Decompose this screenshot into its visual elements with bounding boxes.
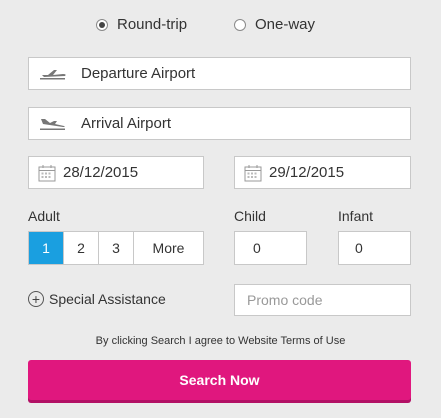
promo-code-placeholder: Promo code [247, 292, 323, 308]
radio-checked-icon [96, 18, 108, 31]
return-date-value: 29/12/2015 [269, 164, 345, 181]
child-label: Child [234, 208, 266, 224]
radio-unchecked-icon [234, 18, 246, 31]
departure-airport-input[interactable]: Departure Airport [28, 57, 411, 90]
special-assistance-toggle[interactable]: + Special Assistance [28, 291, 166, 307]
return-date-input[interactable]: 29/12/2015 [234, 156, 411, 189]
round-trip-label: Round-trip [117, 16, 188, 33]
adult-option-more[interactable]: More [134, 232, 203, 264]
departure-plane-icon [40, 69, 66, 79]
adult-label: Adult [28, 208, 60, 224]
adult-count-selector: 1 2 3 More [28, 231, 204, 265]
one-way-radio[interactable]: One-way [234, 16, 315, 33]
round-trip-radio[interactable]: Round-trip [96, 16, 187, 33]
adult-option-1[interactable]: 1 [29, 232, 64, 264]
child-count-value: 0 [253, 240, 261, 256]
search-now-button[interactable]: Search Now [28, 360, 411, 400]
arrival-airport-text: Arrival Airport [81, 115, 172, 132]
arrival-plane-icon [40, 118, 65, 130]
plus-circle-icon: + [28, 291, 44, 307]
promo-code-input[interactable]: Promo code [234, 284, 411, 316]
one-way-label: One-way [255, 16, 316, 33]
calendar-icon [38, 164, 56, 181]
depart-date-value: 28/12/2015 [63, 164, 139, 181]
infant-label: Infant [338, 208, 374, 224]
adult-option-2[interactable]: 2 [64, 232, 99, 264]
adult-option-3[interactable]: 3 [99, 232, 134, 264]
calendar-icon [244, 164, 262, 181]
infant-count-input[interactable]: 0 [338, 231, 411, 265]
departure-airport-text: Departure Airport [81, 65, 196, 82]
infant-count-value: 0 [355, 240, 363, 256]
special-assistance-label: Special Assistance [49, 291, 166, 307]
terms-text: By clicking Search I agree to Website Te… [95, 335, 346, 347]
depart-date-input[interactable]: 28/12/2015 [28, 156, 204, 189]
arrival-airport-input[interactable]: Arrival Airport [28, 107, 411, 140]
child-count-input[interactable]: 0 [234, 231, 307, 265]
